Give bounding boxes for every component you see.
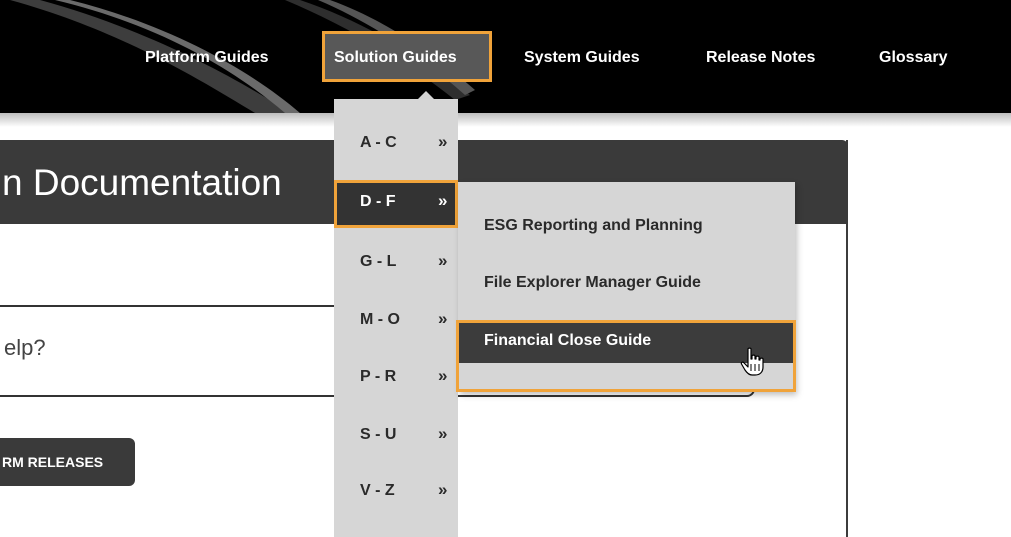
double-chevron-right-icon: » (438, 480, 448, 499)
nav-glossary[interactable]: Glossary (879, 45, 947, 71)
submenu-item-esg-reporting[interactable]: ESG Reporting and Planning (458, 204, 795, 250)
double-chevron-right-icon: » (438, 424, 448, 443)
submenu-item-label: ESG Reporting and Planning (484, 217, 703, 234)
platform-releases-button[interactable]: RM RELEASES (0, 438, 135, 486)
range-item-a-c[interactable]: A - C » (334, 121, 458, 169)
range-label: D - F (360, 193, 396, 210)
search-placeholder: elp? (4, 335, 46, 360)
submenu-item-label: File Explorer Manager Guide (484, 274, 701, 291)
nav-release-notes[interactable]: Release Notes (706, 45, 815, 71)
range-label: V - Z (360, 482, 395, 499)
double-chevron-right-icon: » (438, 191, 448, 210)
range-label: M - O (360, 311, 400, 328)
range-item-m-o[interactable]: M - O » (334, 298, 458, 346)
top-navigation-bar: Platform Guides Solution Guides System G… (0, 0, 1011, 113)
nav-system-guides[interactable]: System Guides (524, 45, 640, 71)
range-item-g-l[interactable]: G - L » (334, 240, 458, 288)
hand-pointer-icon (740, 347, 764, 376)
range-label: P - R (360, 368, 397, 385)
double-chevron-right-icon: » (438, 251, 448, 270)
range-item-p-r[interactable]: P - R » (334, 355, 458, 403)
range-label: G - L (360, 253, 397, 270)
range-item-v-z[interactable]: V - Z » (334, 469, 458, 517)
submenu-item-financial-close[interactable]: Financial Close Guide (456, 320, 796, 392)
range-label: S - U (360, 426, 397, 443)
range-item-d-f[interactable]: D - F » (334, 180, 458, 228)
solution-guides-dropdown: A - C » D - F » G - L » M - O » P - R » … (334, 99, 458, 537)
submenu-item-file-explorer[interactable]: File Explorer Manager Guide (458, 261, 795, 307)
nav-solution-guides[interactable]: Solution Guides (334, 45, 457, 71)
d-f-submenu: ESG Reporting and Planning File Explorer… (456, 182, 796, 392)
page-title: n Documentation (2, 162, 282, 203)
range-item-s-u[interactable]: S - U » (334, 413, 458, 461)
range-label: A - C (360, 134, 397, 151)
double-chevron-right-icon: » (438, 132, 448, 151)
nav-platform-guides[interactable]: Platform Guides (145, 45, 269, 71)
double-chevron-right-icon: » (438, 366, 448, 385)
header-shadow (0, 113, 1011, 127)
submenu-item-label: Financial Close Guide (484, 332, 652, 349)
double-chevron-right-icon: » (438, 309, 448, 328)
